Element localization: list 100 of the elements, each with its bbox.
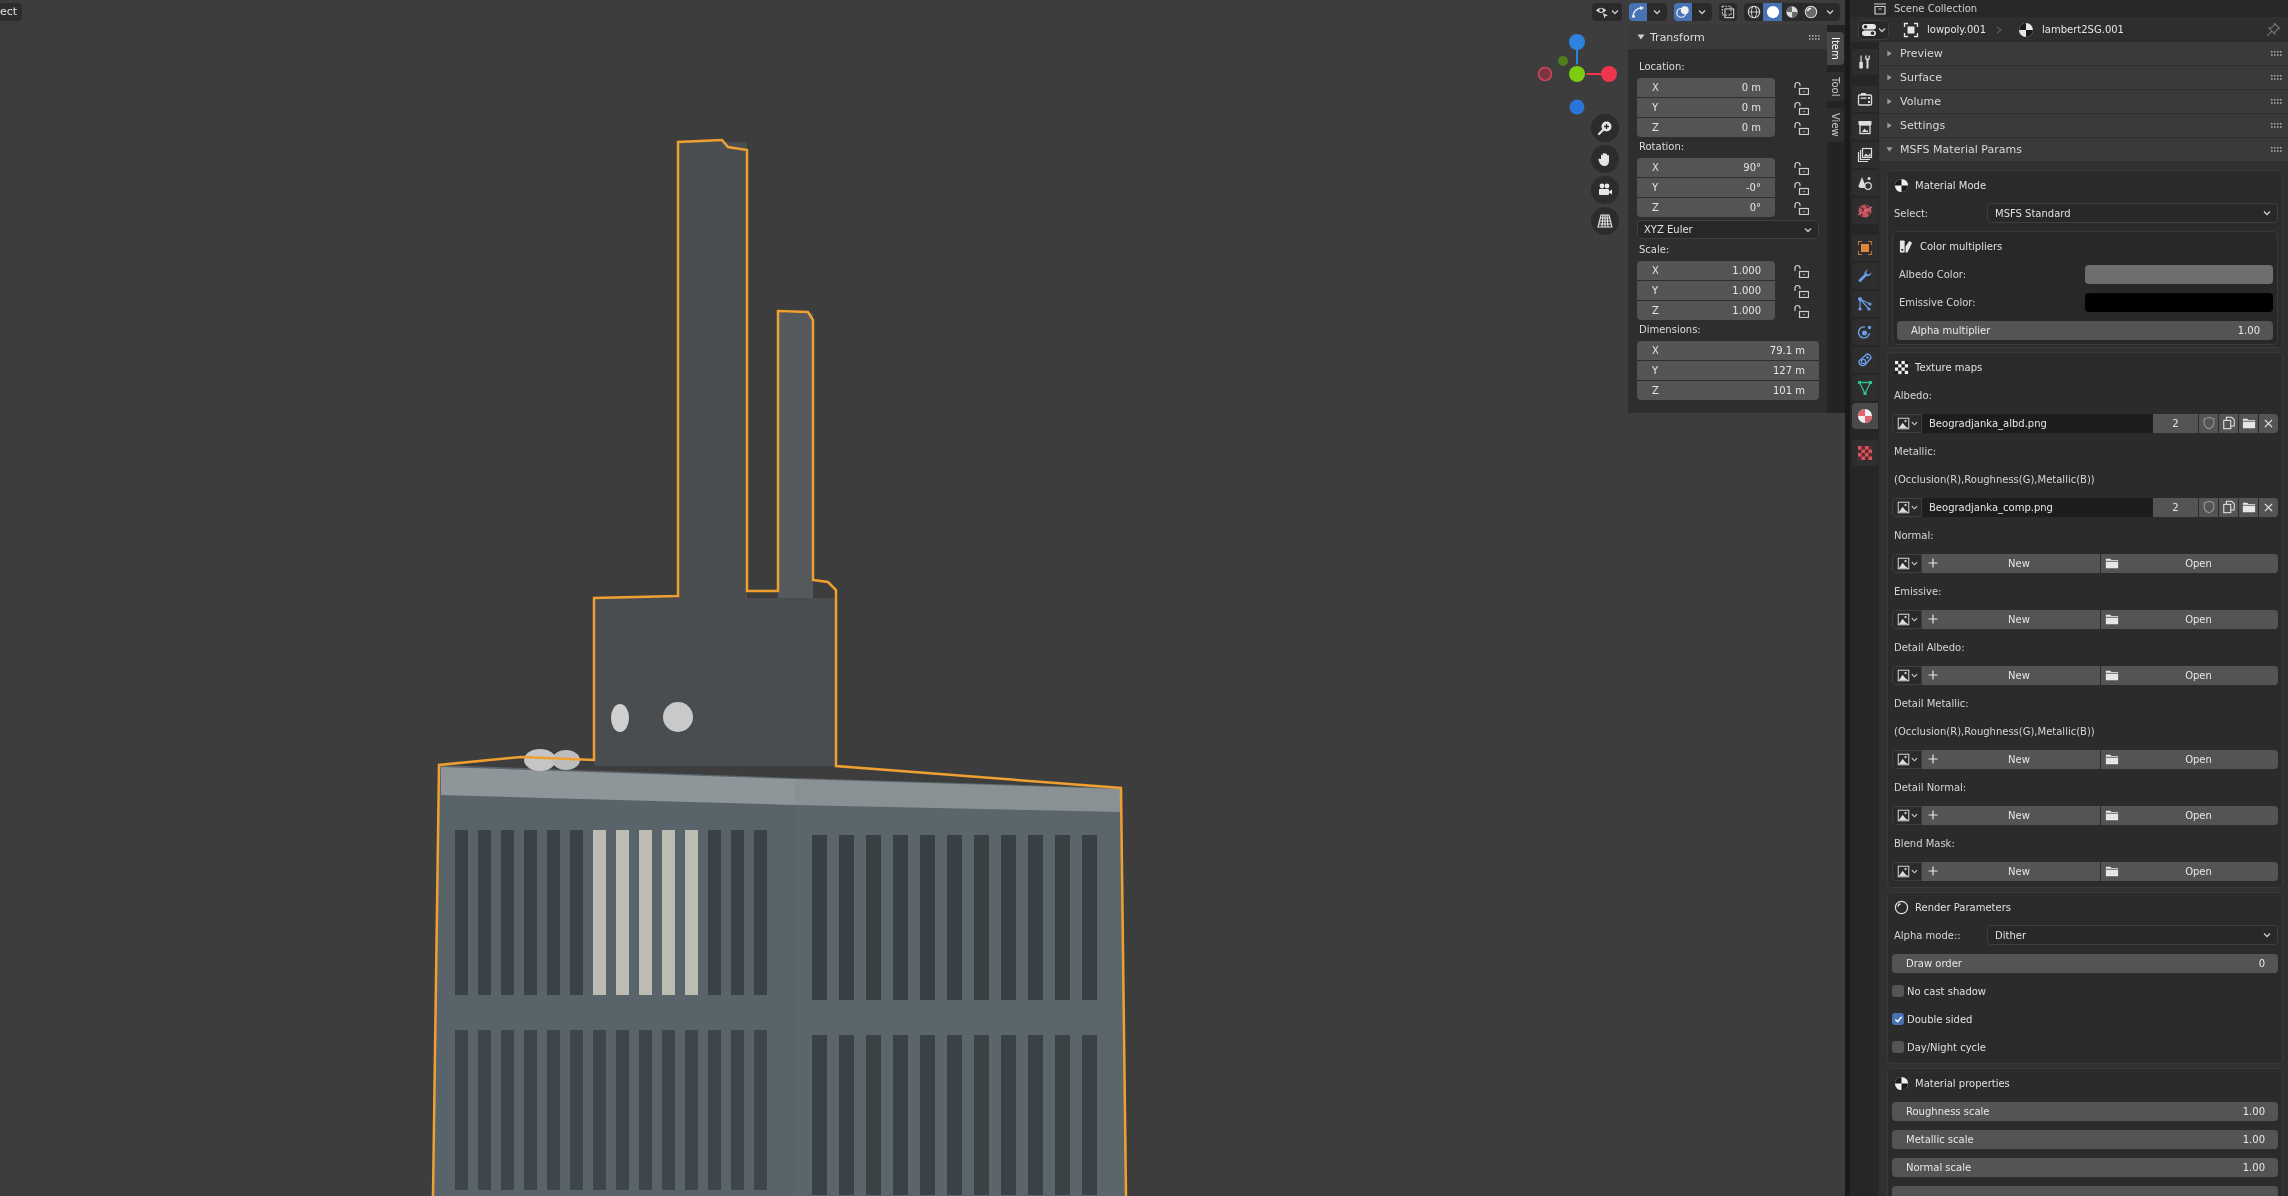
image-browse-button[interactable] — [1892, 665, 1922, 685]
number-field[interactable]: Metallic scale 1.00 — [1892, 1129, 2278, 1149]
properties-tab[interactable] — [1852, 49, 1878, 75]
disclosure-triangle-icon[interactable] — [1886, 74, 1893, 81]
padlock-icon[interactable] — [1794, 200, 1809, 215]
user-count-field[interactable]: 2 — [2153, 497, 2198, 517]
drag-handle-icon[interactable] — [1809, 34, 1820, 40]
color-swatch[interactable] — [2085, 292, 2273, 312]
new-image-button[interactable]: New — [1922, 553, 2100, 573]
duplicate-button[interactable] — [2219, 497, 2238, 517]
image-browse-button[interactable] — [1892, 749, 1922, 769]
number-field[interactable]: Y -0° — [1637, 178, 1775, 197]
menu-item[interactable]: ect — [0, 3, 23, 21]
number-field[interactable]: X 90° — [1637, 158, 1775, 177]
fake-user-button[interactable] — [2199, 497, 2218, 517]
x-axis-handle[interactable] — [1585, 66, 1617, 82]
padlock-icon[interactable] — [1794, 283, 1809, 298]
drag-handle-icon[interactable] — [2271, 147, 2282, 152]
image-browse-button[interactable] — [1892, 553, 1922, 573]
disclosure-triangle-icon[interactable] — [1886, 146, 1893, 153]
checkbox[interactable] — [1892, 1013, 1904, 1025]
padlock-icon[interactable] — [1794, 180, 1809, 195]
panel-header[interactable]: Volume — [1879, 90, 2288, 113]
number-field[interactable]: Roughness scale 1.00 — [1892, 1101, 2278, 1121]
number-field[interactable]: X 79.1 m — [1637, 341, 1819, 360]
sidebar-tab[interactable]: View — [1827, 108, 1844, 142]
checkbox[interactable] — [1892, 985, 1904, 997]
new-image-button[interactable]: New — [1922, 749, 2100, 769]
number-field[interactable]: Normal scale 1.00 — [1892, 1157, 2278, 1177]
zoom-button[interactable] — [1591, 114, 1619, 142]
number-field[interactable]: X 0 m — [1637, 78, 1775, 97]
properties-tab[interactable] — [1852, 375, 1878, 401]
image-browse-button[interactable] — [1892, 805, 1922, 825]
checkbox[interactable] — [1892, 1041, 1904, 1053]
properties-tab[interactable] — [1852, 142, 1878, 168]
z-axis-handle[interactable] — [1569, 34, 1585, 66]
number-field[interactable]: Y 0 m — [1637, 98, 1775, 117]
open-file-button[interactable] — [2239, 497, 2258, 517]
pan-button[interactable] — [1591, 145, 1619, 173]
image-browse-button[interactable] — [1892, 413, 1922, 433]
panel-header[interactable]: Surface — [1879, 66, 2288, 89]
properties-tab[interactable] — [1852, 235, 1878, 261]
panel-header[interactable]: Preview — [1879, 42, 2288, 65]
shading-button[interactable] — [1782, 3, 1801, 21]
dropdown[interactable]: MSFS Standard — [1987, 203, 2278, 223]
open-image-button[interactable]: Open — [2101, 609, 2278, 629]
number-field[interactable]: Y 1.000 — [1637, 281, 1775, 300]
open-image-button[interactable]: Open — [2101, 553, 2278, 573]
number-field[interactable]: Y 127 m — [1637, 361, 1819, 380]
dropdown[interactable]: XYZ Euler — [1637, 220, 1819, 239]
drag-handle-icon[interactable] — [2271, 123, 2282, 128]
shading-dropdown[interactable] — [1820, 3, 1840, 21]
checkbox-label[interactable]: No cast shadow — [1907, 985, 1987, 997]
shading-button[interactable] — [1763, 3, 1782, 21]
drag-handle-icon[interactable] — [2271, 51, 2282, 56]
padlock-icon[interactable] — [1794, 160, 1809, 175]
properties-tab[interactable] — [1852, 291, 1878, 317]
duplicate-button[interactable] — [2219, 413, 2238, 433]
color-swatch[interactable] — [2085, 264, 2273, 284]
negative-z-handle[interactable] — [1569, 99, 1585, 115]
shading-button[interactable] — [1744, 3, 1763, 21]
pin-icon[interactable] — [2266, 22, 2281, 37]
overlays-toggle[interactable] — [1674, 3, 1692, 21]
image-browse-button[interactable] — [1892, 609, 1922, 629]
negative-y-handle[interactable] — [1558, 56, 1568, 66]
negative-x-handle[interactable] — [1537, 66, 1553, 82]
sidebar-tab[interactable]: Tool — [1827, 71, 1844, 102]
properties-tab[interactable] — [1852, 170, 1878, 196]
padlock-icon[interactable] — [1794, 80, 1809, 95]
new-image-button[interactable]: New — [1922, 861, 2100, 881]
number-field[interactable]: Z 1.000 — [1637, 301, 1775, 320]
open-file-button[interactable] — [2239, 413, 2258, 433]
fake-user-button[interactable] — [2199, 413, 2218, 433]
open-image-button[interactable]: Open — [2101, 665, 2278, 685]
new-image-button[interactable]: New — [1922, 609, 2100, 629]
camera-view-button[interactable] — [1591, 176, 1619, 204]
number-field[interactable]: Z 0° — [1637, 198, 1775, 217]
panel-header[interactable]: Transform — [1628, 25, 1827, 49]
image-name-field[interactable]: Beogradjanka_albd.png — [1922, 413, 2153, 433]
properties-tab[interactable] — [1852, 319, 1878, 345]
editor-type-dropdown[interactable] — [1858, 19, 1889, 40]
drag-handle-icon[interactable] — [2271, 75, 2282, 80]
padlock-icon[interactable] — [1794, 120, 1809, 135]
image-browse-button[interactable] — [1892, 861, 1922, 881]
properties-tab[interactable] — [1852, 263, 1878, 289]
gizmo-toggle[interactable] — [1629, 3, 1647, 21]
gizmo-dropdown[interactable] — [1647, 3, 1667, 21]
padlock-icon[interactable] — [1794, 100, 1809, 115]
new-image-button[interactable]: New — [1922, 805, 2100, 825]
xray-toggle[interactable] — [1719, 3, 1737, 21]
drag-handle-icon[interactable] — [2271, 99, 2282, 104]
properties-tab[interactable] — [1852, 114, 1878, 140]
padlock-icon[interactable] — [1794, 263, 1809, 278]
checkbox-label[interactable]: Day/Night cycle — [1907, 1041, 1986, 1053]
disclosure-triangle-icon[interactable] — [1886, 122, 1893, 129]
new-image-button[interactable]: New — [1922, 665, 2100, 685]
number-field[interactable]: Z 0 m — [1637, 118, 1775, 137]
properties-tab[interactable] — [1852, 86, 1878, 112]
user-count-field[interactable]: 2 — [2153, 413, 2198, 433]
overlays-dropdown[interactable] — [1692, 3, 1712, 21]
